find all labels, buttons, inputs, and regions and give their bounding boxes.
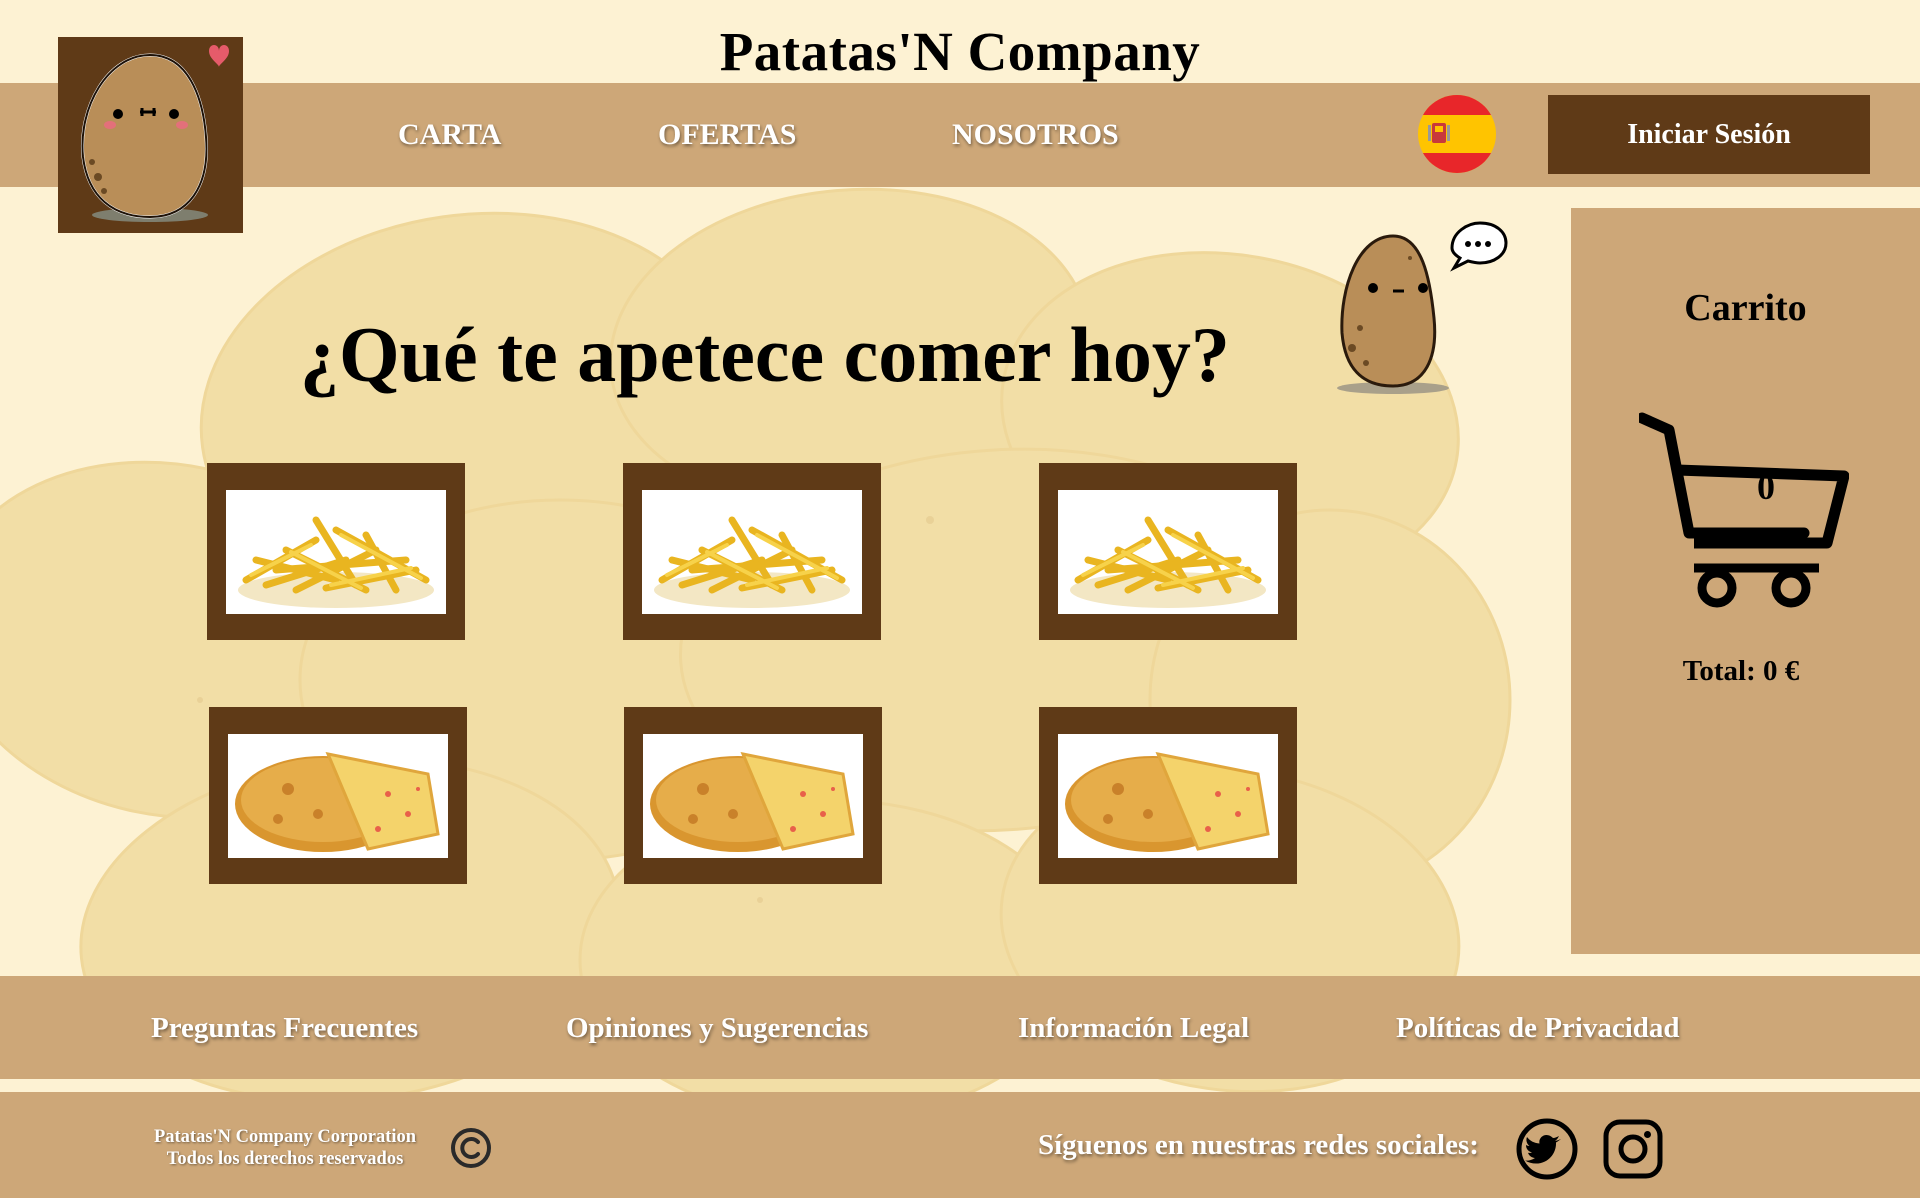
- cart-panel: Carrito 0 Total: 0 €: [1571, 208, 1920, 954]
- thinking-potato-icon: [1337, 221, 1508, 394]
- logo[interactable]: [58, 37, 243, 233]
- nav-nosotros[interactable]: NOSOTROS: [952, 118, 1119, 152]
- cart-count: 0: [1757, 467, 1775, 507]
- login-button[interactable]: Iniciar Sesión: [1548, 95, 1870, 174]
- product-card-fries-3[interactable]: [1039, 463, 1297, 640]
- nav-carta[interactable]: CARTA: [398, 118, 501, 152]
- twitter-icon[interactable]: [1515, 1117, 1579, 1181]
- cart-total: Total: 0 €: [1682, 655, 1800, 687]
- potato-mascot-logo-icon: [80, 45, 229, 222]
- footer-link-opinions[interactable]: Opiniones y Sugerencias: [566, 1012, 868, 1045]
- copyright-line-1: Patatas'N Company Corporation: [153, 1127, 417, 1147]
- instagram-icon[interactable]: [1601, 1117, 1665, 1181]
- site-title: Patatas'N Company: [719, 21, 1201, 82]
- product-card-tortilla-3[interactable]: [1039, 707, 1297, 884]
- product-card-fries-2[interactable]: [623, 463, 881, 640]
- fries-image: [1058, 490, 1278, 614]
- main-heading: ¿Qué te apetece comer hoy?: [300, 311, 1230, 398]
- shopping-cart-icon[interactable]: [1639, 408, 1849, 608]
- product-card-tortilla-2[interactable]: [624, 707, 882, 884]
- product-card-tortilla-1[interactable]: [209, 707, 467, 884]
- tortilla-image: [228, 734, 448, 858]
- copyright-text: Patatas'N Company Corporation Todos los …: [130, 1126, 440, 1170]
- fries-image: [226, 490, 446, 614]
- copyright-icon: [451, 1128, 491, 1168]
- nav-ofertas[interactable]: OFERTAS: [658, 118, 796, 152]
- footer-bottom: Patatas'N Company Corporation Todos los …: [0, 1092, 1920, 1198]
- footer-links-bar: Preguntas Frecuentes Opiniones y Sugeren…: [0, 976, 1920, 1079]
- spain-flag-icon[interactable]: [1418, 95, 1496, 173]
- tortilla-image: [643, 734, 863, 858]
- social-text: Síguenos en nuestras redes sociales:: [1038, 1129, 1479, 1161]
- tortilla-image: [1058, 734, 1278, 858]
- cart-title: Carrito: [1684, 287, 1807, 329]
- product-card-fries-1[interactable]: [207, 463, 465, 640]
- footer-link-privacy[interactable]: Políticas de Privacidad: [1396, 1012, 1680, 1045]
- footer-link-faq[interactable]: Preguntas Frecuentes: [151, 1012, 418, 1045]
- copyright-line-2: Todos los derechos reservados: [166, 1149, 404, 1169]
- fries-image: [642, 490, 862, 614]
- footer-link-legal[interactable]: Información Legal: [1018, 1012, 1249, 1045]
